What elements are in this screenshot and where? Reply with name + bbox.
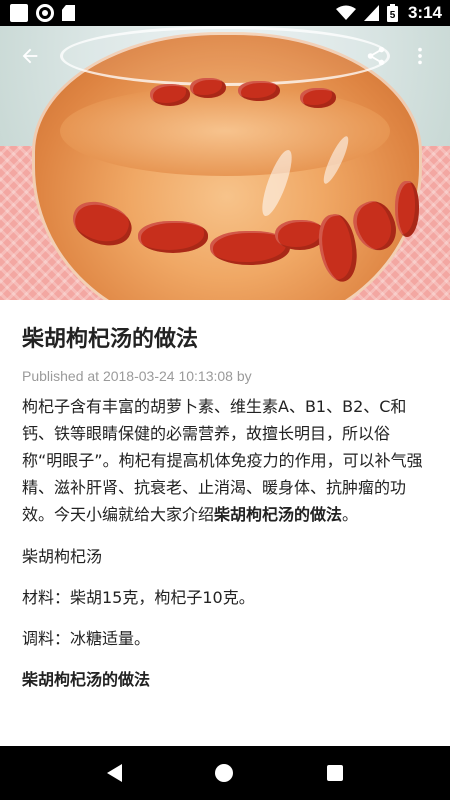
article-body: 柴胡枸杞汤的做法 Published at 2018-03-24 10:13:0…	[0, 300, 450, 746]
status-right-icons: 5 3:14	[335, 3, 442, 23]
battery-level-text: 5	[390, 10, 396, 21]
share-button[interactable]	[356, 36, 396, 76]
article-ingredients: 材料：柴胡15克，枸杞子10克。	[22, 588, 255, 607]
article-seasoning: 调料：冰糖适量。	[22, 629, 151, 648]
goji-berry	[300, 88, 336, 108]
overflow-menu-button[interactable]	[400, 36, 440, 76]
article-dish-name: 柴胡枸杞汤	[22, 547, 103, 566]
back-triangle-icon[interactable]	[106, 764, 122, 782]
goji-berry	[150, 84, 190, 106]
notification-square-icon	[10, 4, 28, 22]
status-bar: 5 3:14	[0, 0, 450, 26]
status-time: 3:14	[407, 3, 442, 22]
article-title: 柴胡枸杞汤的做法	[22, 327, 199, 352]
wifi-icon	[335, 5, 356, 20]
arrow-left-icon	[22, 48, 38, 64]
article-intro-end: 。	[342, 505, 359, 524]
sd-card-icon	[62, 5, 75, 21]
goji-berry	[138, 221, 208, 253]
app-bar	[0, 26, 450, 86]
goji-berry	[275, 220, 325, 250]
home-circle-icon[interactable]	[215, 764, 234, 782]
system-nav-bar	[0, 746, 450, 800]
battery-icon: 5	[386, 4, 398, 22]
share-icon	[367, 46, 385, 66]
article-intro-bold: 柴胡枸杞汤的做法	[214, 505, 343, 524]
article-method-heading: 柴胡枸杞汤的做法	[22, 670, 151, 689]
back-button[interactable]	[10, 36, 50, 76]
goji-berry	[395, 181, 419, 237]
article-meta: Published at 2018-03-24 10:13:08 by	[22, 368, 252, 384]
app-bar-actions	[356, 36, 440, 76]
article-intro: 枸杞子含有丰富的胡萝卜素、维生素A、B1、B2、C和钙、铁等眼睛保健的必需营养，…	[22, 393, 428, 528]
circle-app-icon	[36, 4, 54, 22]
recents-square-icon[interactable]	[327, 765, 344, 781]
more-vert-icon	[418, 47, 422, 65]
status-left-icons	[10, 4, 75, 22]
signal-icon	[363, 5, 379, 21]
